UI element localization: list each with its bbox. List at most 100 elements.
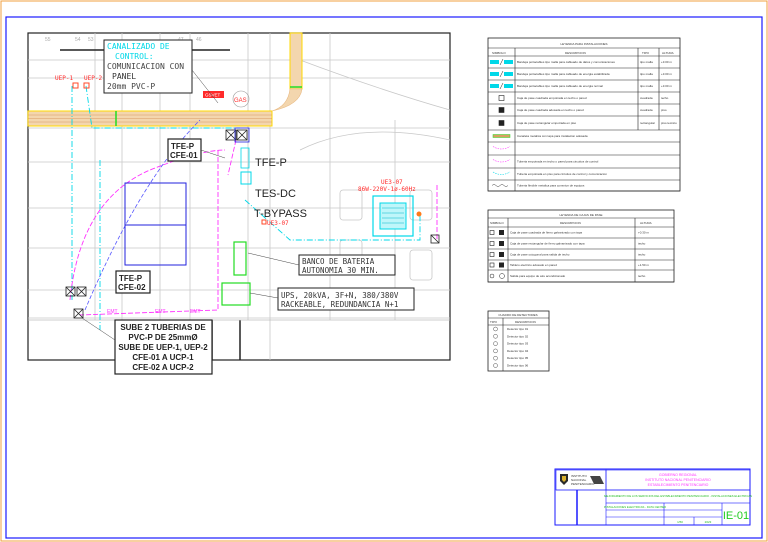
legend-row-height: +3.00 m — [661, 84, 672, 88]
ue3-07-spec: 86W-220V-1ø-60Hz — [358, 186, 416, 193]
title-block: INSTITUTO NACIONAL PENITENCIARIO GOBIERN… — [554, 468, 752, 526]
legend-symbol-icon — [492, 134, 511, 138]
svg-text:RACKEABLE, REDUNDANCIA N+1: RACKEABLE, REDUNDANCIA N+1 — [281, 300, 398, 309]
label-ue3-07: UE3-07 — [267, 220, 289, 227]
svg-text:LEYENDA DE CAJAS DE PASE: LEYENDA DE CAJAS DE PASE — [560, 213, 603, 217]
detector-row-description: Detector tipo 03 — [507, 342, 529, 346]
drawing-sheet: 55 54 53 47 46 — [0, 0, 768, 542]
legend-row-description: Tuberia empotrada en piso para circuitos… — [517, 172, 607, 176]
svg-text:MEJORAMIENTO DE LOS SERVICIOS: MEJORAMIENTO DE LOS SERVICIOS DEL ESTABL… — [604, 494, 752, 498]
legend-row-type: tipo malla — [640, 60, 653, 64]
svg-text:CFE-01: CFE-01 — [170, 151, 198, 160]
svg-text:SIMBOLO: SIMBOLO — [490, 221, 504, 225]
box-row-height: +1.50 m — [638, 263, 649, 267]
legend-row-height: techo — [661, 96, 669, 100]
legend-row-type: tipo malla — [640, 84, 653, 88]
legend-row-type: rectangular — [640, 121, 655, 125]
floor-plan: 55 54 53 47 46 — [27, 32, 451, 375]
legend-row-description: Bandeja portacables tipo malla para cabl… — [517, 72, 610, 76]
label-tfe-p: TFE-P — [255, 157, 287, 169]
legend-row-description: Canaleta metalica con tapa para instalac… — [517, 134, 588, 138]
svg-text:GOBIERNO REGIONAL: GOBIERNO REGIONAL — [659, 473, 697, 477]
svg-text:DESCRIPCION: DESCRIPCION — [515, 320, 536, 324]
detector-row-description: Detector tipo 02 — [507, 334, 529, 338]
svg-text:SUBE 2 TUBERIAS DE: SUBE 2 TUBERIAS DE — [120, 323, 206, 332]
legend-row-description: Bandeja portacables tipo malla para cabl… — [517, 60, 615, 64]
svg-text:DESCRIPCION: DESCRIPCION — [560, 221, 581, 225]
svg-text:CFE-01 A UCP-1: CFE-01 A UCP-1 — [132, 353, 194, 362]
svg-text:BANCO DE BATERIA: BANCO DE BATERIA — [302, 257, 375, 266]
legend-symbol-icon — [498, 120, 505, 126]
ue-marker-icon — [416, 211, 422, 217]
svg-text:PENITENCIARIO: PENITENCIARIO — [571, 482, 595, 486]
svg-text:AUTONOMIA 30 MIN.: AUTONOMIA 30 MIN. — [302, 266, 379, 275]
label-t-bypass: T-BYPASS — [254, 208, 307, 220]
column-number: 55 — [45, 37, 51, 43]
svg-text:CFE-02: CFE-02 — [118, 283, 146, 292]
svg-text:DESCRIPCION: DESCRIPCION — [565, 51, 586, 55]
uep2-label: UEP-2 — [84, 75, 102, 82]
legend-row-description: Bandeja portacables tipo malla para cabl… — [517, 84, 603, 88]
gas-label: GAS — [234, 98, 247, 104]
detector-row-description: Detector tipo 05 — [507, 356, 529, 360]
legend-row-height: piso tecnico — [661, 121, 677, 125]
svg-text:ALTURA: ALTURA — [662, 51, 674, 55]
box-row-description: Caja de pase octogonal para salida de te… — [510, 253, 570, 257]
svg-text:COMUNICACION CON: COMUNICACION CON — [107, 62, 184, 71]
box-row-description: Caja de pase cuadrada de fierro galvaniz… — [510, 231, 582, 235]
svg-text:INSTITUTO NACIONAL PENITENCIAR: INSTITUTO NACIONAL PENITENCIARIO — [645, 478, 711, 482]
emt-label: EMT — [155, 309, 166, 315]
emt-label: EMT — [107, 309, 118, 315]
legend-row-description: Caja de pase rectangular empotrada en pi… — [517, 121, 577, 125]
box-row-height: techo — [638, 274, 646, 278]
svg-text:20mm PVC-P: 20mm PVC-P — [107, 82, 155, 91]
legend-row-type: cuadrada — [640, 96, 653, 100]
svg-text:PANEL: PANEL — [112, 72, 136, 81]
svg-text:UPS, 20kVA, 3F+N, 380/380V: UPS, 20kVA, 3F+N, 380/380V — [281, 291, 399, 300]
svg-text:LEYENDA PARA INSTALACIONES: LEYENDA PARA INSTALACIONES — [560, 42, 607, 46]
svg-text:CANALIZADO DE: CANALIZADO DE — [107, 42, 170, 51]
sheet-title: INSTALACIONES ELECTRICAS - DATA CENTER — [604, 505, 666, 509]
svg-text:CFE-02 A UCP-2: CFE-02 A UCP-2 — [132, 363, 194, 372]
box-row-description: Tablero electrico adosado en pared — [510, 263, 557, 267]
svg-text:PVC-P DE 25mmØ: PVC-P DE 25mmØ — [128, 333, 197, 342]
column-number: 46 — [196, 37, 202, 43]
legend-row-description: Tuberia flexible metalica para conexion … — [517, 184, 585, 188]
legend-installations: LEYENDA PARA INSTALACIONES SIMBOLO DESCR… — [487, 37, 681, 192]
gas-tag: GSVET — [205, 93, 221, 98]
svg-text:SUBE DE UEP-1, UEP-2: SUBE DE UEP-1, UEP-2 — [118, 343, 208, 352]
legend-row-height: +3.00 m — [661, 60, 672, 64]
legend-row-description: Tuberia empotrada en techo o pared para … — [517, 160, 599, 164]
detector-row-description: Detector tipo 06 — [507, 364, 529, 368]
date-value: 2023 — [705, 520, 712, 524]
box-row-height: techo — [638, 253, 646, 257]
svg-text:CONTROL:: CONTROL: — [115, 52, 154, 61]
legend-row-type: tipo malla — [640, 72, 653, 76]
svg-text:ESTABLECIMIENTO PENITENCIARIO: ESTABLECIMIENTO PENITENCIARIO — [648, 483, 709, 487]
column-number: 54 — [75, 37, 81, 43]
uep1-label: UEP-1 — [55, 75, 73, 82]
svg-text:CUADRO DE DETECTORES: CUADRO DE DETECTORES — [498, 313, 537, 317]
legend-symbol-icon — [498, 107, 505, 113]
emt-label: EMT — [190, 309, 201, 315]
detector-row-description: Detector tipo 01 — [507, 327, 529, 331]
box-row-height: techo — [638, 242, 646, 246]
detector-row-description: Detector tipo 04 — [507, 349, 529, 353]
legend-row-description: Caja de pase cuadrada empotrada en techo… — [517, 96, 587, 100]
svg-text:TFE-P: TFE-P — [171, 142, 195, 151]
svg-text:SIMBOLO: SIMBOLO — [492, 51, 506, 55]
legend-row-height: piso — [661, 108, 667, 112]
legend-junction-boxes: LEYENDA DE CAJAS DE PASE SIMBOLO DESCRIP… — [487, 209, 675, 283]
legend-row-type: cuadrada — [640, 108, 653, 112]
svg-text:TIPO: TIPO — [642, 51, 650, 55]
legend-row-height: +3.00 m — [661, 72, 672, 76]
svg-text:TFE-P: TFE-P — [119, 274, 143, 283]
label-tes-dc: TES-DC — [255, 188, 296, 200]
legend-detectors: CUADRO DE DETECTORES TIPO DESCRIPCION De… — [487, 310, 550, 372]
box-row-description: Salida para equipo de aire acondicionado — [510, 274, 566, 278]
svg-text:TIPO: TIPO — [490, 320, 498, 324]
sheet-number: IE-01 — [723, 510, 749, 522]
scale-value: 1/50 — [677, 520, 683, 524]
ue3-07-tag: UE3-07 — [381, 179, 403, 186]
column-number: 53 — [88, 37, 94, 43]
